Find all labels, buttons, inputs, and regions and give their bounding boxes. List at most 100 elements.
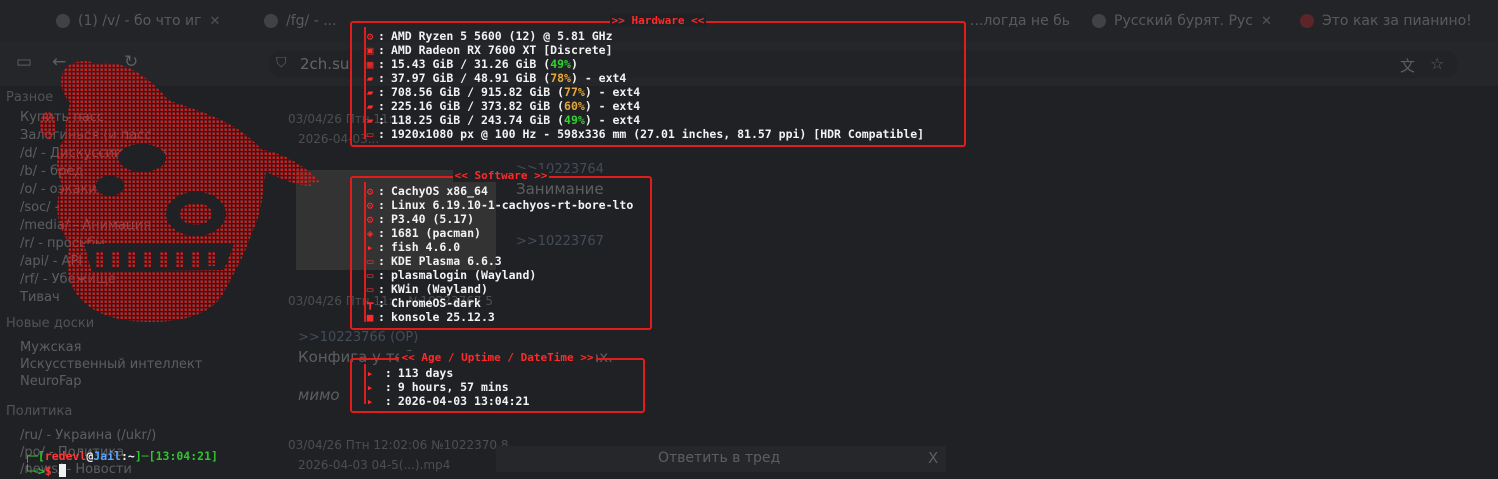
os-row: ⚙ : CachyOS x86_64 bbox=[364, 184, 488, 198]
sidebar-item[interactable]: /soc/ - ... bbox=[20, 200, 76, 215]
shield-icon[interactable]: ⛉ bbox=[276, 55, 287, 71]
desktop-value: KDE Plasma 6.6.3 bbox=[390, 254, 502, 268]
tab-4[interactable]: ...логда не бы ✕ bbox=[970, 8, 1070, 34]
gpu-value: AMD Radeon RX 7600 XT [Discrete] bbox=[390, 43, 613, 57]
uptime-panel: << Age / Uptime / DateTime >> ▸ :113 day… bbox=[350, 351, 645, 413]
datetime-row: ▸ :2026-04-03 13:04:21 bbox=[364, 394, 530, 408]
terminal-value: konsole 25.12.3 bbox=[390, 310, 495, 324]
perl-value: P3.40 (5.17) bbox=[390, 212, 475, 226]
datetime-icon: ▸ bbox=[366, 394, 374, 408]
tab-close-icon[interactable]: ✕ bbox=[210, 14, 221, 29]
sidebar-section-title: Новые доски bbox=[6, 316, 95, 331]
translate-icon[interactable]: 文 bbox=[1400, 55, 1415, 76]
age-row: ▸ :113 days bbox=[364, 366, 454, 380]
disk-icon: ▰ bbox=[366, 85, 374, 99]
tab-5[interactable]: Русский бурят. Рус ✕ bbox=[1092, 8, 1287, 34]
display-icon: ▭ bbox=[366, 127, 374, 141]
sidebar-item[interactable]: /d/ - Дискуссии двача bbox=[20, 146, 167, 161]
kernel-value: Linux 6.19.10-1-cachyos-rt-bore-lto bbox=[390, 198, 634, 212]
hardware-panel: >> Hardware << ⚙ : AMD Ryzen 5 5600 (12)… bbox=[350, 14, 966, 147]
tab-label: /fg/ - ... bbox=[286, 13, 337, 29]
prompt-user: redevl bbox=[44, 449, 87, 463]
tab-label: Это как за пианино! bbox=[1322, 13, 1470, 29]
post-meta: 03/04/26 Птн 12:02:06 №1022370 8 bbox=[288, 438, 509, 452]
sidebar-item[interactable]: /r/ - просьбы bbox=[20, 236, 105, 251]
gpu-row: ▣ : AMD Radeon RX 7600 XT [Discrete] bbox=[364, 43, 613, 57]
sidebar-item[interactable]: /api/ - API bbox=[20, 254, 82, 269]
sidebar-item[interactable]: /rf/ - Убежище bbox=[20, 272, 116, 287]
desktop-row: ▭ : KDE Plasma 6.6.3 bbox=[364, 254, 502, 268]
reply-to-thread-button[interactable]: Ответить в тред bbox=[658, 450, 780, 466]
tab-6[interactable]: Это как за пианино! ✕ bbox=[1300, 8, 1470, 34]
tab-favicon-icon bbox=[264, 14, 278, 28]
disk-row: ▰ : 225.16 GiB / 373.82 GiB (60%) - ext4 bbox=[364, 99, 641, 113]
sidebar-item[interactable]: NeuroFap bbox=[20, 374, 81, 389]
sidebar-item[interactable]: Тивач bbox=[20, 290, 60, 305]
sidebar-section-title: Политика bbox=[6, 404, 73, 419]
os-value: CachyOS x86_64 bbox=[390, 184, 488, 198]
packages-row: ◈ :1681 (pacman) bbox=[364, 226, 481, 240]
memory-row: ▦ : 15.43 GiB / 31.26 GiB (49%) bbox=[364, 57, 578, 71]
terminal-icon: ■ bbox=[366, 310, 374, 324]
memory-percent: 49% bbox=[550, 57, 571, 71]
tab-close-icon[interactable]: ✕ bbox=[1261, 14, 1272, 29]
post-file-info: 2026-04-03 04-5(...).mp4 bbox=[298, 458, 451, 472]
url-text: 2ch.su bbox=[300, 55, 350, 73]
tab-label: (1) /v/ - бо что иг bbox=[78, 13, 202, 29]
shell-row: ▸ : fish 4.6.0 bbox=[364, 240, 461, 254]
theme-icon: ┳ bbox=[366, 296, 374, 310]
age-value: 113 days bbox=[397, 366, 454, 380]
sidebar-toggle-icon[interactable]: ▭ bbox=[16, 52, 32, 72]
terminal-row: ■ : konsole 25.12.3 bbox=[364, 310, 495, 324]
back-icon[interactable]: ← bbox=[52, 52, 66, 72]
close-reply-icon[interactable]: X bbox=[928, 449, 938, 467]
disk-icon: ▰ bbox=[366, 113, 374, 127]
post-reply-link[interactable]: >>10223766 (OP) bbox=[298, 330, 418, 345]
tab-favicon-icon bbox=[56, 14, 70, 28]
reload-icon[interactable]: ↻ bbox=[124, 52, 138, 72]
os-icon: ⚙ bbox=[366, 184, 374, 198]
packages-icon: ◈ bbox=[366, 226, 374, 240]
disk-icon: ▰ bbox=[366, 71, 374, 85]
sidebar-item[interactable]: /media/ - Анимация bbox=[20, 218, 151, 233]
uptime-row: ▸ :9 hours, 57 mins bbox=[364, 380, 509, 394]
post-signature: мимо bbox=[298, 386, 340, 404]
sidebar-item[interactable]: Мужская bbox=[20, 340, 81, 355]
bookmark-star-icon[interactable]: ☆ bbox=[1430, 54, 1444, 73]
uptime-value: 9 hours, 57 mins bbox=[397, 380, 509, 394]
text-cursor bbox=[58, 464, 66, 477]
sidebar-item[interactable]: Залогинься (и пасс... bbox=[20, 128, 164, 143]
shell-prompt[interactable]: ┌─[redevl@Jail:~]─[13:04:21] └─>$ bbox=[24, 434, 218, 479]
disk-icon: ▰ bbox=[366, 99, 374, 113]
sidebar-item[interactable]: Искусственный интеллект bbox=[20, 357, 202, 372]
software-title: << Software >> bbox=[452, 169, 550, 182]
login-manager-row: ▭ : plasmalogin (Wayland) bbox=[364, 268, 537, 282]
tab-favicon-icon bbox=[1300, 14, 1314, 28]
uptime-icon: ▸ bbox=[366, 380, 374, 394]
login-manager-icon: ▭ bbox=[366, 268, 374, 282]
perl-row: ⚙ : P3.40 (5.17) bbox=[364, 212, 474, 226]
disk-row: ▰ : 118.25 GiB / 243.74 GiB (49%) - ext4 bbox=[364, 113, 641, 127]
window-manager-value: KWin (Wayland) bbox=[390, 282, 488, 296]
sidebar-item[interactable]: Купить пасс bbox=[20, 110, 104, 125]
cpu-row: ⚙ : AMD Ryzen 5 5600 (12) @ 5.81 GHz bbox=[364, 29, 613, 43]
window-manager-row: ▭ : KWin (Wayland) bbox=[364, 282, 488, 296]
sidebar-item[interactable]: /b/ - бред bbox=[20, 164, 83, 179]
hardware-title: >> Hardware << bbox=[609, 14, 707, 27]
sidebar-section-title: Разное bbox=[6, 90, 54, 105]
tab-label: Русский бурят. Рус bbox=[1114, 13, 1253, 29]
kernel-row: ⚙ : Linux 6.19.10-1-cachyos-rt-bore-lto bbox=[364, 198, 634, 212]
datetime-value: 2026-04-03 13:04:21 bbox=[397, 394, 530, 408]
perl-icon: ⚙ bbox=[366, 212, 374, 226]
tab-label: ...логда не бы bbox=[970, 13, 1070, 29]
sidebar-item[interactable]: /o/ - оэкаки bbox=[20, 182, 97, 197]
window-manager-icon: ▭ bbox=[366, 282, 374, 296]
cpu-value: AMD Ryzen 5 5600 (12) @ 5.81 GHz bbox=[390, 29, 613, 43]
tab-1[interactable]: (1) /v/ - бо что иг ✕ bbox=[56, 8, 246, 34]
kernel-icon: ⚙ bbox=[366, 198, 374, 212]
tab-favicon-icon bbox=[1092, 14, 1106, 28]
login-manager-value: plasmalogin (Wayland) bbox=[390, 268, 537, 282]
packages-value: 1681 (pacman) bbox=[390, 226, 481, 240]
shell-icon: ▸ bbox=[366, 240, 374, 254]
theme-value: ChromeOS-dark bbox=[390, 296, 481, 310]
